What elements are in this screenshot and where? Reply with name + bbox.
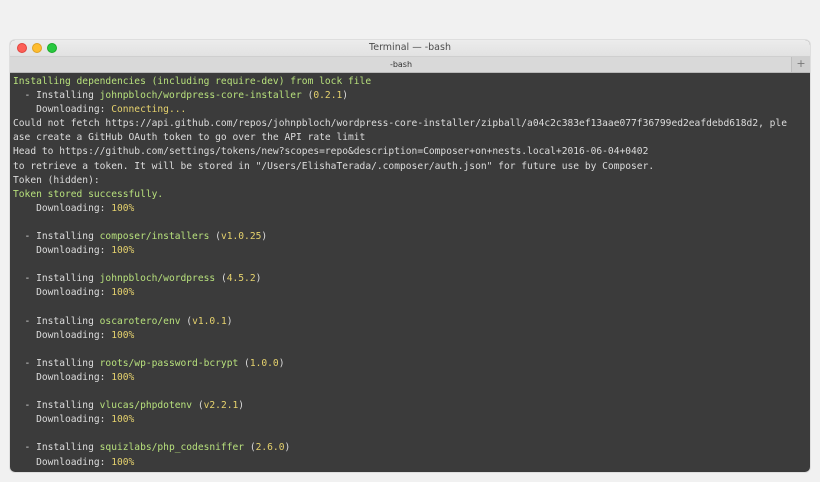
terminal-text: Downloading: (13, 329, 112, 341)
terminal-text: ( (209, 231, 221, 243)
terminal-text: 100% (111, 456, 135, 468)
terminal-text: 4.5.2 (226, 273, 256, 285)
terminal-line: - Installing roots/wp-password-bcrypt (1… (13, 357, 807, 371)
terminal-text: ( (192, 400, 204, 412)
terminal-line: - Installing composer/installers (v1.0.2… (13, 230, 807, 244)
terminal-output[interactable]: Installing dependencies (including requi… (10, 73, 810, 472)
terminal-line: Downloading: 100% (13, 202, 807, 216)
terminal-window: Terminal — -bash -bash + Installing depe… (10, 40, 810, 472)
terminal-text: v1.0.1 (192, 315, 227, 327)
terminal-line: - Installing johnpbloch/wordpress (4.5.2… (13, 272, 807, 286)
terminal-text: v1.0.25 (220, 231, 262, 243)
terminal-line: Could not fetch https://api.github.com/r… (13, 117, 807, 131)
terminal-text: 100% (111, 414, 135, 426)
terminal-text: Downloading: (13, 371, 112, 383)
terminal-line: ase create a GitHub OAuth token to go ov… (13, 131, 807, 145)
terminal-text: ( (244, 442, 256, 454)
terminal-line: Downloading: 100% (13, 286, 807, 300)
terminal-text: Downloading: (13, 414, 112, 426)
terminal-text: 2.6.0 (255, 442, 285, 454)
terminal-text: Token stored successfully. (13, 188, 164, 200)
terminal-text: roots/wp-password-bcrypt (99, 357, 239, 369)
terminal-line: Downloading: 100% (13, 329, 807, 343)
terminal-line: - Installing oscarotero/env (v1.0.1) (13, 315, 807, 329)
terminal-line: - Installing johnpbloch/wordpress-core-i… (13, 89, 807, 103)
terminal-line: Token (hidden): (13, 174, 807, 188)
terminal-text: ase create a GitHub OAuth token to go ov… (13, 132, 366, 144)
terminal-text: - Installing (13, 400, 100, 412)
terminal-text: ) (342, 90, 349, 102)
terminal-text: Downloading: (13, 456, 112, 468)
terminal-text: ) (278, 357, 285, 369)
terminal-text: ) (226, 315, 233, 327)
new-tab-button[interactable]: + (791, 57, 810, 72)
terminal-line: to retrieve a token. It will be stored i… (13, 160, 807, 174)
terminal-text: - Installing (13, 273, 100, 285)
terminal-line: Downloading: 100% (13, 244, 807, 258)
terminal-text: 100% (111, 245, 135, 257)
terminal-text: Downloading: (13, 104, 112, 116)
terminal-text: ) (255, 273, 262, 285)
tab-bar: -bash + (10, 57, 810, 73)
terminal-text: Connecting... (111, 104, 187, 116)
terminal-line: - Installing squizlabs/php_codesniffer (… (13, 441, 807, 455)
terminal-text: 100% (111, 202, 135, 214)
terminal-text: ) (261, 231, 268, 243)
terminal-text: 0.2.1 (313, 90, 343, 102)
terminal-text: - Installing (13, 442, 100, 454)
terminal-text: Downloading: (13, 202, 112, 214)
terminal-text: Token (hidden): (13, 174, 100, 186)
window-title: Terminal — -bash (369, 42, 451, 53)
terminal-text: vlucas/phpdotenv (99, 400, 193, 412)
terminal-text: - Installing (13, 231, 100, 243)
terminal-text: - Installing (13, 90, 100, 102)
terminal-text: ( (301, 90, 314, 102)
terminal-text: Could not fetch https://api.github.com/r… (13, 118, 787, 130)
terminal-text: Head to https://github.com/settings/toke… (13, 146, 649, 158)
terminal-text: ( (238, 357, 250, 369)
terminal-text: squizlabs/php_codesniffer (99, 442, 245, 454)
terminal-text: oscarotero/env (99, 315, 181, 327)
terminal-line: Downloading: 100% (13, 413, 807, 427)
terminal-text: ) (284, 442, 291, 454)
terminal-text: - Installing (13, 315, 100, 327)
terminal-text: composer/installers (99, 231, 210, 243)
terminal-text: johnpbloch/wordpress (99, 273, 216, 285)
terminal-line: Installing dependencies (including requi… (13, 75, 807, 89)
terminal-text: ( (215, 273, 227, 285)
terminal-text: 100% (111, 329, 135, 341)
terminal-line: Downloading: 100% (13, 456, 807, 470)
terminal-text: 100% (111, 287, 135, 299)
terminal-text: - Installing (13, 357, 100, 369)
terminal-line: Head to https://github.com/settings/toke… (13, 145, 807, 159)
terminal-text: to retrieve a token. It will be stored i… (13, 160, 655, 172)
terminal-text: Installing dependencies (including requi… (13, 76, 372, 87)
terminal-line: Downloading: 100% (13, 371, 807, 385)
terminal-text: johnpbloch/wordpress-core-installer (99, 90, 302, 102)
terminal-line: Token stored successfully. (13, 188, 807, 202)
terminal-line: Downloading: Connecting... (13, 103, 807, 117)
terminal-text: Downloading: (13, 287, 112, 299)
title-bar[interactable]: Terminal — -bash (10, 40, 810, 57)
terminal-text: ( (180, 315, 193, 327)
terminal-text: ) (238, 400, 245, 412)
terminal-text: 1.0.0 (249, 357, 279, 369)
terminal-text: Downloading: (13, 245, 112, 257)
tab-bash[interactable]: -bash (10, 57, 792, 72)
terminal-line: - Installing vlucas/phpdotenv (v2.2.1) (13, 399, 807, 413)
terminal-text: v2.2.1 (203, 400, 239, 412)
terminal-text: 100% (111, 371, 135, 383)
